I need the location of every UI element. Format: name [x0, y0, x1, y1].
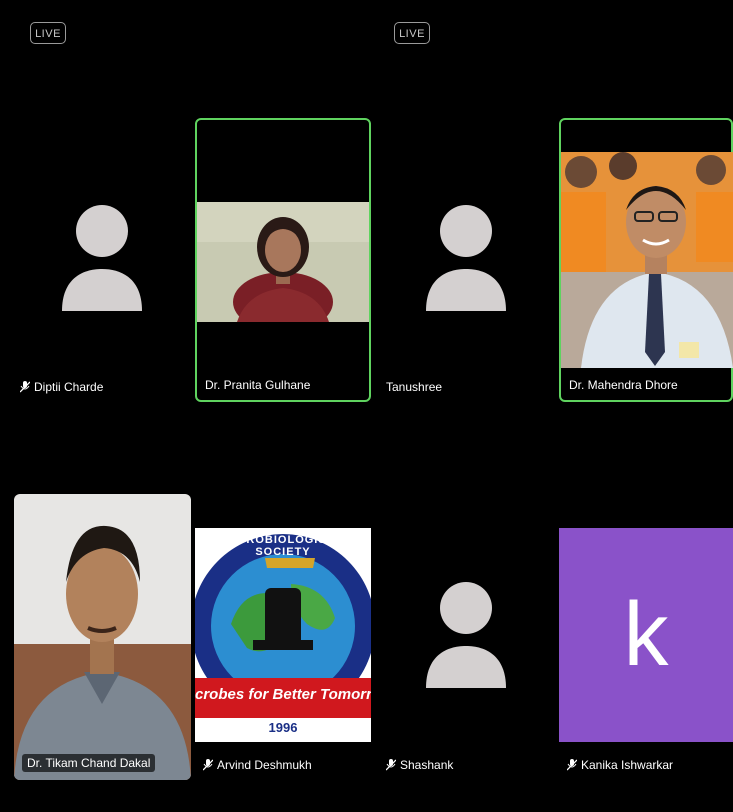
- initial-avatar: k: [559, 528, 733, 742]
- participant-name: Dr. Tikam Chand Dakal: [22, 754, 156, 772]
- mic-muted-icon: [567, 759, 577, 771]
- mic-muted-icon: [20, 381, 30, 393]
- participant-name: Arvind Deshmukh: [203, 758, 312, 772]
- society-logo: MICROBIOLOGISTS SOCIETY crobes for Bette…: [195, 528, 371, 742]
- mic-muted-icon: [386, 759, 396, 771]
- participant-tile-mahendra-dhore[interactable]: Dr. Mahendra Dhore: [559, 118, 733, 402]
- participant-tile-shashank[interactable]: Shashank: [378, 494, 554, 780]
- participant-tile-tanushree[interactable]: Tanushree: [378, 118, 554, 402]
- video-feed: [197, 202, 369, 322]
- participant-tile-diptii-charde[interactable]: Diptii Charde: [12, 118, 192, 402]
- participant-tile-arvind-deshmukh[interactable]: MICROBIOLOGISTS SOCIETY crobes for Bette…: [195, 494, 371, 780]
- participant-name: Diptii Charde: [20, 380, 103, 394]
- participant-tile-pranita-gulhane[interactable]: Dr. Pranita Gulhane: [195, 118, 371, 402]
- mic-muted-icon: [203, 759, 213, 771]
- initial-letter: k: [623, 584, 669, 685]
- video-feed: [561, 152, 733, 368]
- live-badge: LIVE: [30, 22, 66, 44]
- live-badge: LIVE: [394, 22, 430, 44]
- user-avatar-icon: [426, 582, 506, 688]
- participant-name: Dr. Pranita Gulhane: [205, 378, 311, 392]
- logo-year-text: 1996: [268, 720, 298, 735]
- participant-name: Shashank: [386, 758, 453, 772]
- user-avatar-icon: [426, 205, 506, 311]
- participant-name: Kanika Ishwarkar: [567, 758, 673, 772]
- user-avatar-icon: [62, 205, 142, 311]
- participant-tile-kanika-ishwarkar[interactable]: k Kanika Ishwarkar: [559, 494, 733, 780]
- logo-arc-text: MICROBIOLOGISTS SOCIETY: [223, 534, 343, 558]
- logo-banner-text: crobes for Better Tomorr: [195, 686, 371, 703]
- video-feed: [14, 494, 191, 780]
- participant-tile-tikam-chand-dakal[interactable]: Dr. Tikam Chand Dakal: [14, 494, 191, 780]
- participant-name: Tanushree: [386, 380, 443, 394]
- participant-name: Dr. Mahendra Dhore: [569, 378, 678, 392]
